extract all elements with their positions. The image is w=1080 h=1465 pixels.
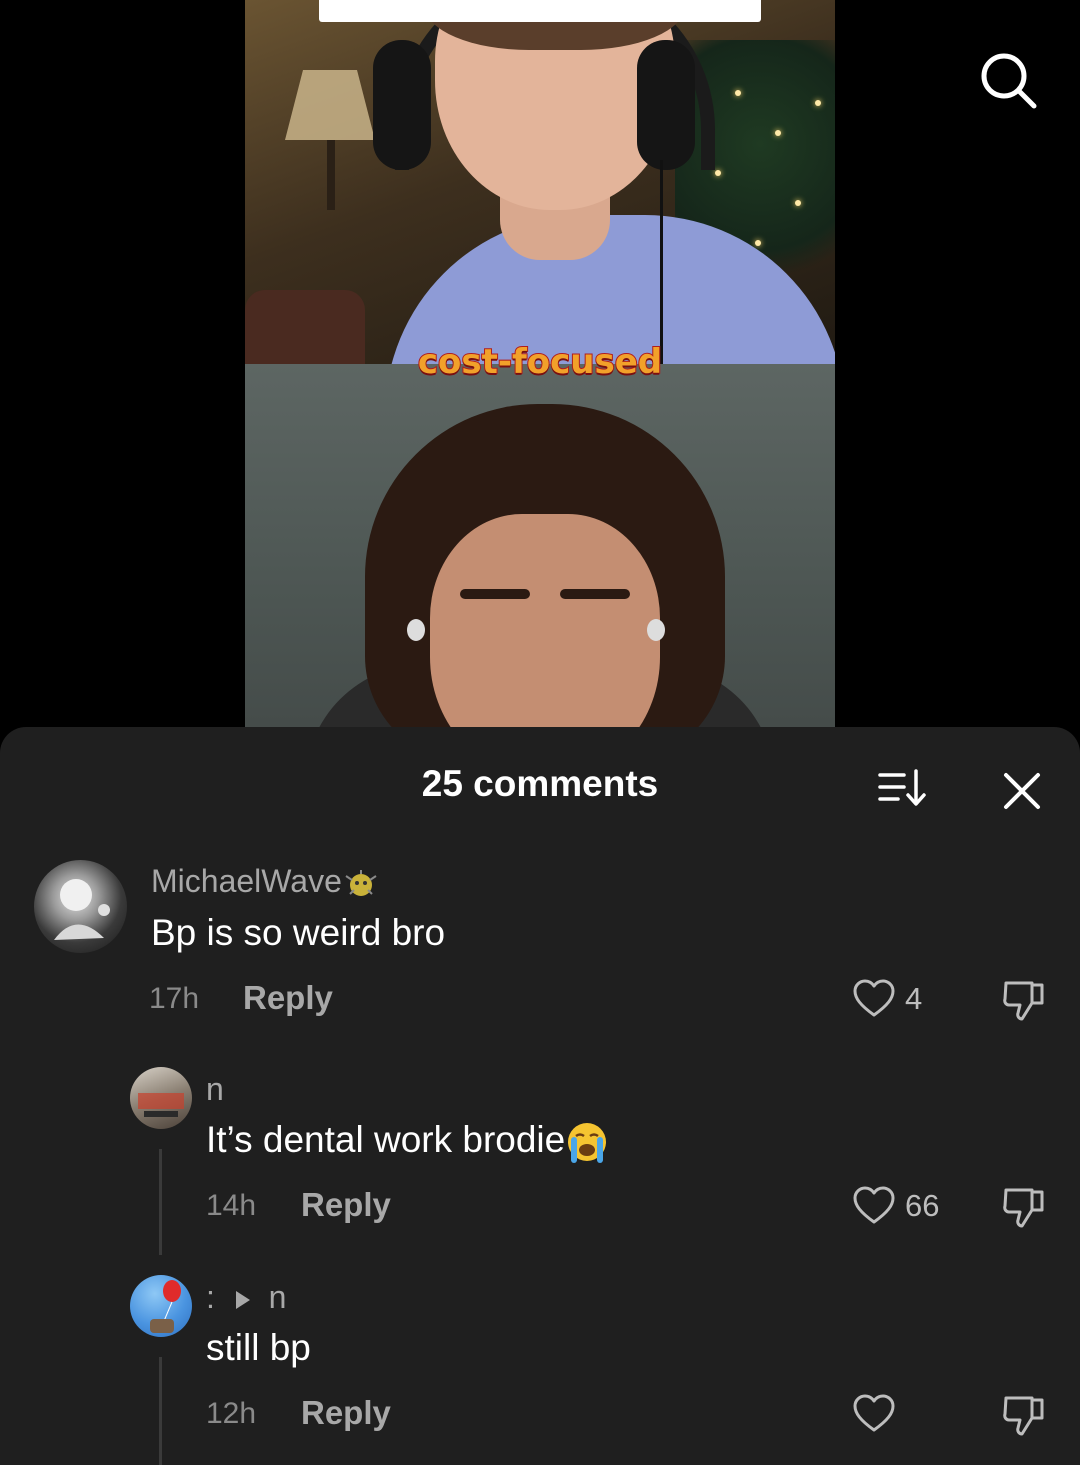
- background-lamp-stem: [327, 140, 335, 210]
- avatar[interactable]: [130, 1067, 192, 1129]
- heart-icon: [853, 1394, 895, 1432]
- comments-sheet: 25 comments MichaelWave Bp is so weird b…: [0, 727, 1080, 1465]
- headphone-right-cup: [637, 40, 695, 170]
- comment-time: 17h: [149, 982, 200, 1015]
- dislike-button[interactable]: [1000, 1392, 1048, 1438]
- person-eyebrow: [460, 589, 530, 599]
- thumbs-down-icon: [1003, 1396, 1044, 1436]
- video-frame[interactable]: cost-focused: [245, 0, 835, 740]
- avatar-image: [54, 879, 110, 940]
- tree-light: [795, 200, 801, 206]
- earbud: [647, 619, 665, 641]
- like-button[interactable]: [852, 1394, 896, 1434]
- sort-button[interactable]: [876, 767, 932, 811]
- video-bottom-pane: [245, 364, 835, 740]
- video-player[interactable]: cost-focused: [0, 0, 1080, 740]
- like-button[interactable]: [852, 1186, 896, 1226]
- reply-button[interactable]: Reply: [243, 979, 333, 1017]
- thread-line: [159, 1357, 162, 1465]
- thumbs-down-icon: [1003, 1188, 1044, 1228]
- heart-icon: [853, 979, 895, 1017]
- reply-to-username[interactable]: n: [269, 1279, 287, 1315]
- dislike-button[interactable]: [1000, 1184, 1048, 1230]
- comment-username[interactable]: : n: [206, 1279, 286, 1316]
- headphone-left-cup: [373, 40, 431, 170]
- avatar[interactable]: [130, 1275, 192, 1337]
- comment-username[interactable]: MichaelWave: [151, 863, 380, 900]
- search-button[interactable]: [978, 50, 1038, 110]
- sort-icon: [878, 769, 926, 806]
- video-top-pane: [245, 0, 835, 364]
- reply-arrow-icon: [235, 1290, 250, 1309]
- search-icon: [981, 53, 1037, 109]
- reply-button[interactable]: Reply: [301, 1394, 391, 1432]
- comment-time: 12h: [206, 1397, 257, 1430]
- comment-text: Bp is so weird bro: [151, 912, 446, 953]
- comment-text: still bp: [206, 1327, 311, 1368]
- close-button[interactable]: [996, 765, 1048, 817]
- comment-username[interactable]: n: [206, 1071, 224, 1108]
- headphone-cable: [660, 160, 663, 364]
- tree-light: [775, 130, 781, 136]
- video-caption-box: [319, 0, 761, 22]
- like-button[interactable]: [852, 979, 896, 1019]
- like-count: 66: [905, 1188, 940, 1223]
- avatar-image: [150, 1280, 181, 1333]
- background-lamp: [285, 70, 375, 140]
- thumbs-down-icon: [1003, 981, 1044, 1021]
- thread-line: [159, 1149, 162, 1255]
- tree-light: [755, 240, 761, 246]
- close-icon: [1004, 773, 1040, 809]
- tree-light: [815, 100, 821, 106]
- tree-light: [715, 170, 721, 176]
- dislike-button[interactable]: [1000, 977, 1048, 1023]
- comment-text-body: It’s dental work brodie: [206, 1119, 566, 1160]
- video-overlay-label: cost-focused: [417, 341, 663, 383]
- comment-time: 14h: [206, 1189, 257, 1222]
- comment-text: It’s dental work brodie: [206, 1119, 609, 1164]
- reply-button[interactable]: Reply: [301, 1186, 391, 1224]
- heart-icon: [853, 1186, 895, 1224]
- avatar[interactable]: [34, 860, 127, 953]
- person-eyebrow: [560, 589, 630, 599]
- person-face: [430, 514, 660, 740]
- avatar-image: [138, 1093, 184, 1117]
- like-count: 4: [905, 981, 923, 1016]
- username-text[interactable]: MichaelWave: [151, 863, 342, 899]
- badge-emoji-icon: [345, 869, 377, 896]
- earbud: [407, 619, 425, 641]
- crying-face-emoji: [568, 1123, 607, 1164]
- tree-light: [735, 90, 741, 96]
- username-text[interactable]: :: [206, 1279, 215, 1315]
